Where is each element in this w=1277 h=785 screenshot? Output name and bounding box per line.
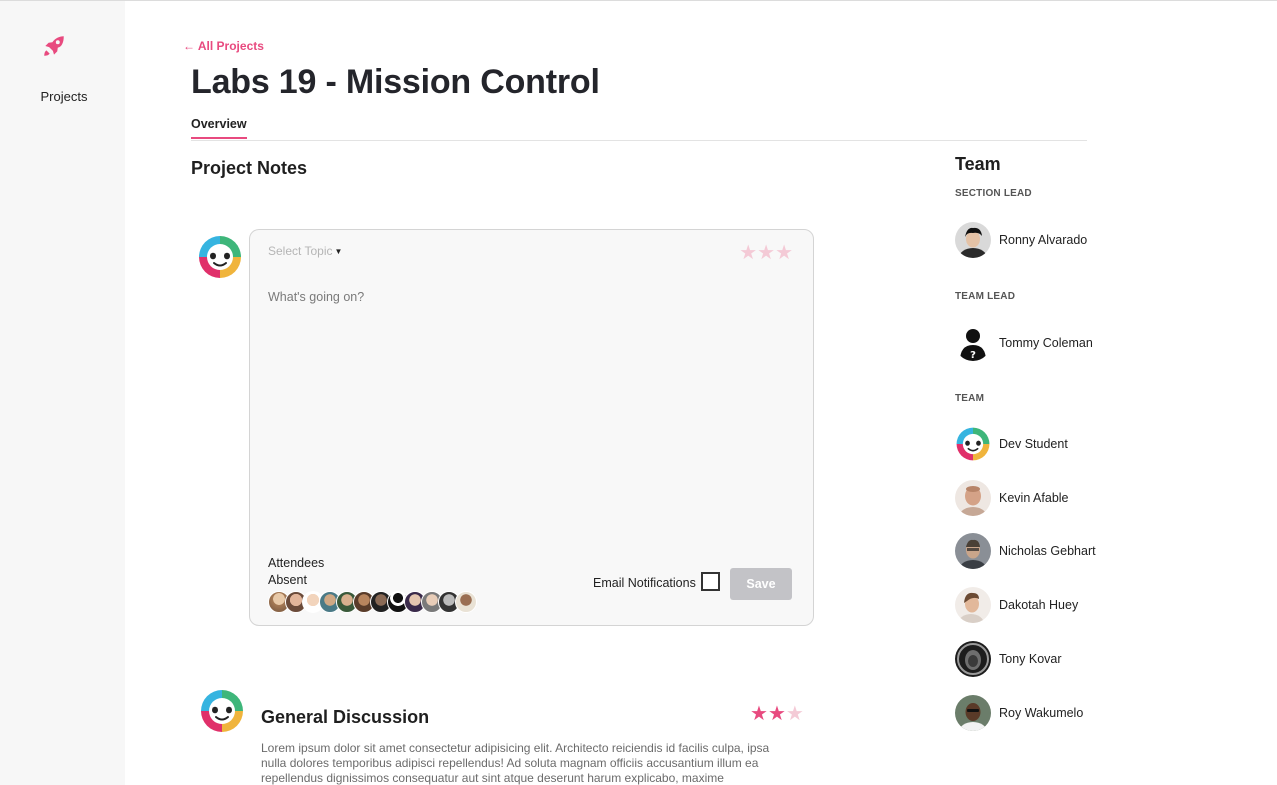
save-button[interactable]: Save (730, 568, 792, 600)
post-body-line: repellendus dignissimos consequatur aut … (261, 771, 724, 785)
attendee-avatar-list (268, 591, 477, 613)
avatar (955, 480, 991, 516)
note-editor-card: Select Topic▼ ★★★ Attendees Absent Email… (249, 229, 814, 626)
post-body: Lorem ipsum dolor sit amet consectetur a… (261, 741, 791, 785)
team-member[interactable]: Nicholas Gebhart (955, 533, 1096, 569)
member-name: Ronny Alvarado (999, 233, 1088, 247)
post-body-line: Lorem ipsum dolor sit amet consectetur a… (261, 741, 770, 755)
avatar (955, 641, 991, 677)
team-member[interactable]: Dakotah Huey (955, 587, 1078, 623)
note-textarea[interactable] (268, 290, 793, 530)
absent-label: Absent (268, 573, 307, 587)
attendee-avatar[interactable] (455, 591, 477, 613)
member-name: Nicholas Gebhart (999, 544, 1096, 558)
all-projects-link[interactable]: ← All Projects (183, 39, 264, 53)
team-heading: Team (955, 154, 1001, 174)
team-member[interactable]: Tony Kovar (955, 641, 1062, 677)
sidebar-item-projects[interactable]: Projects (0, 89, 128, 104)
post-author-avatar (199, 688, 245, 734)
star-icon: ★ (785, 703, 804, 725)
star-icon[interactable]: ★ (739, 242, 757, 264)
star-icon[interactable]: ★ (775, 242, 793, 264)
tab-bar: Overview (191, 117, 1087, 141)
section-lead-label: SECTION LEAD (955, 188, 1032, 199)
rocket-icon[interactable] (41, 33, 67, 59)
team-member[interactable]: Kevin Afable (955, 480, 1069, 516)
post-body-line: nulla dolores temporibus adipisci repell… (261, 756, 759, 770)
email-notifications-label: Email Notifications (593, 576, 696, 590)
section-lead-member[interactable]: Ronny Alvarado (955, 222, 1087, 258)
avatar (955, 587, 991, 623)
team-member[interactable]: Dev Student (955, 426, 1068, 462)
author-avatar (197, 234, 243, 280)
team-label: TEAM (955, 393, 985, 404)
member-name: Dev Student (999, 437, 1068, 451)
member-name: Tommy Coleman (999, 336, 1093, 350)
note-rating-stars[interactable]: ★★★ (739, 240, 793, 265)
member-name: Tony Kovar (999, 652, 1062, 666)
team-lead-member[interactable]: ? Tommy Coleman (955, 325, 1093, 361)
project-notes-heading: Project Notes (191, 158, 308, 178)
member-name: Dakotah Huey (999, 598, 1079, 612)
avatar (955, 533, 991, 569)
page-title: Labs 19 - Mission Control (191, 63, 600, 101)
sidebar: Projects (0, 1, 125, 785)
team-lead-label: TEAM LEAD (955, 291, 1016, 302)
attendees-label: Attendees (268, 556, 325, 570)
avatar (955, 695, 991, 731)
svg-text:?: ? (970, 350, 976, 361)
avatar (955, 222, 991, 258)
member-name: Roy Wakumelo (999, 706, 1084, 720)
avatar (955, 426, 991, 462)
star-icon[interactable]: ★ (757, 242, 775, 264)
star-icon: ★ (750, 703, 768, 725)
chevron-down-icon: ▼ (334, 247, 343, 256)
member-name: Kevin Afable (999, 491, 1069, 505)
post-rating-stars: ★★★ (750, 701, 804, 726)
post-title: General Discussion (261, 707, 430, 727)
team-member[interactable]: Roy Wakumelo (955, 695, 1083, 731)
email-notifications-checkbox[interactable] (701, 572, 720, 591)
topic-select[interactable]: Select Topic ▼ (268, 244, 342, 258)
tab-overview[interactable]: Overview (191, 117, 247, 139)
topic-select-label: Select Topic (268, 244, 333, 258)
star-icon: ★ (767, 703, 786, 725)
unknown-user-icon: ? (955, 325, 991, 361)
